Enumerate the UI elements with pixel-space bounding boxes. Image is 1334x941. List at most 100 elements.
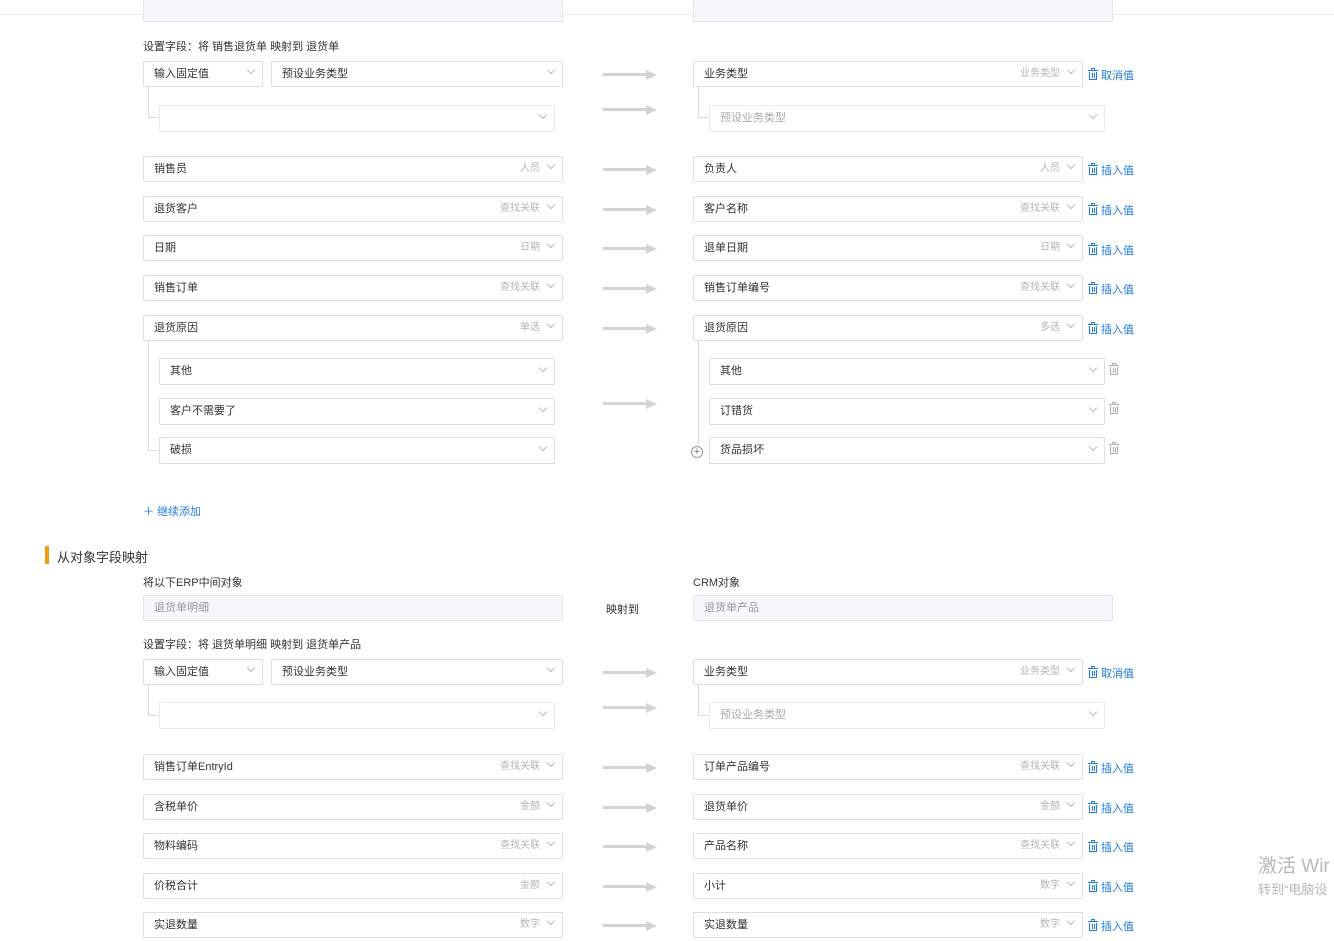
sub-value-select[interactable] [159, 105, 555, 132]
arrow-right-icon [603, 763, 657, 773]
source-field-select[interactable]: 销售订单EntryId 查找关联 [143, 754, 563, 780]
value-mode-select[interactable]: 输入固定值 [143, 659, 263, 685]
trash-icon[interactable] [1109, 442, 1119, 454]
source-field-select[interactable]: 退货客户 查找关联 [143, 196, 563, 222]
chevron-down-icon [1066, 663, 1076, 673]
chevron-down-icon [546, 279, 556, 289]
source-field-select[interactable]: 实退数量 数字 [143, 912, 563, 938]
insert-value-button[interactable]: 插入值 [1088, 163, 1134, 178]
chevron-down-icon [546, 160, 556, 170]
target-field-select[interactable]: 客户名称 查找关联 [693, 196, 1083, 222]
chevron-down-icon [1066, 798, 1076, 808]
arrow-right-icon [603, 921, 657, 931]
trash-icon [1088, 840, 1098, 852]
chevron-down-icon [1066, 160, 1076, 170]
source-field-select[interactable]: 退货原因 单选 [143, 315, 563, 341]
target-field-select[interactable]: 退货原因 多选 [693, 315, 1083, 341]
chevron-down-icon [546, 239, 556, 249]
value-mode-select[interactable]: 输入固定值 [143, 61, 263, 87]
target-field-select[interactable]: 退货单价 金额 [693, 794, 1083, 820]
target-field-select[interactable]: 业务类型 业务类型 [693, 61, 1083, 87]
plus-icon: ＋ [143, 506, 158, 518]
insert-value-button[interactable]: 插入值 [1088, 282, 1134, 297]
chevron-down-icon [1088, 363, 1098, 373]
trash-icon[interactable] [1109, 363, 1119, 375]
chevron-down-icon [1066, 319, 1076, 329]
sub-target-select[interactable]: 预设业务类型 [709, 105, 1105, 132]
arrow-right-icon [603, 842, 657, 852]
option-source-select[interactable]: 客户不需要了 [159, 398, 555, 425]
trash-icon [1088, 666, 1098, 678]
trash-icon[interactable] [1109, 402, 1119, 414]
sub-value-select[interactable] [159, 702, 555, 729]
tree-line [698, 341, 699, 446]
activation-watermark-title: 激活 Wir [1258, 856, 1330, 877]
target-field-select[interactable]: 订单产品编号 查找关联 [693, 754, 1083, 780]
add-more-button[interactable]: ＋ 继续添加 [143, 503, 201, 519]
trash-icon [1088, 322, 1098, 334]
option-source-select[interactable]: 破损 [159, 437, 555, 464]
chevron-down-icon [1066, 239, 1076, 249]
option-source-select[interactable]: 其他 [159, 358, 555, 385]
chevron-down-icon [546, 319, 556, 329]
tree-line [698, 685, 699, 716]
source-field-select[interactable]: 销售订单 查找关联 [143, 275, 563, 301]
tree-line [698, 87, 699, 118]
insert-value-button[interactable]: 插入值 [1088, 243, 1134, 258]
trash-icon [1088, 919, 1098, 931]
target-field-select[interactable]: 业务类型 业务类型 [693, 659, 1083, 685]
target-field-select[interactable]: 小计 数字 [693, 873, 1083, 899]
cancel-value-button[interactable]: 取消值 [1088, 68, 1134, 83]
preset-business-type-select[interactable]: 预设业务类型 [271, 61, 563, 87]
source-field-select[interactable]: 日期 日期 [143, 235, 563, 261]
insert-value-button[interactable]: 插入值 [1088, 761, 1134, 776]
tree-line [148, 87, 149, 118]
arrow-right-icon [603, 803, 657, 813]
chevron-down-icon [1066, 837, 1076, 847]
cancel-value-button[interactable]: 取消值 [1088, 666, 1134, 681]
chevron-down-icon [546, 200, 556, 210]
preset-business-type-select[interactable]: 预设业务类型 [271, 659, 563, 685]
source-field-select[interactable]: 价税合计 金额 [143, 873, 563, 899]
chevron-down-icon [546, 877, 556, 887]
insert-value-button[interactable]: 插入值 [1088, 840, 1134, 855]
option-target-select[interactable]: 其他 [709, 358, 1105, 385]
chevron-down-icon [1066, 758, 1076, 768]
target-field-select[interactable]: 销售订单编号 查找关联 [693, 275, 1083, 301]
tree-line [698, 715, 708, 716]
tree-line [148, 117, 158, 118]
chevron-down-icon [546, 916, 556, 926]
chevron-down-icon [1088, 442, 1098, 452]
source-field-select[interactable]: 销售员 人员 [143, 156, 563, 182]
option-target-select[interactable]: 订错货 [709, 398, 1105, 425]
sub-target-select[interactable]: 预设业务类型 [709, 702, 1105, 729]
arrow-right-icon [603, 399, 657, 409]
arrow-right-icon [603, 205, 657, 215]
erp-object-label: 将以下ERP中间对象 [143, 577, 243, 589]
chevron-down-icon [1066, 200, 1076, 210]
insert-value-button[interactable]: 插入值 [1088, 919, 1134, 934]
chevron-down-icon [1088, 403, 1098, 413]
target-field-select[interactable]: 负责人 人员 [693, 156, 1083, 182]
insert-value-button[interactable]: 插入值 [1088, 801, 1134, 816]
plus-circle-icon[interactable]: + [691, 446, 703, 458]
trash-icon [1088, 761, 1098, 773]
chevron-down-icon [1066, 65, 1076, 75]
insert-value-button[interactable]: 插入值 [1088, 322, 1134, 337]
arrow-right-icon [603, 244, 657, 254]
arrow-right-icon [603, 703, 657, 713]
insert-value-button[interactable]: 插入值 [1088, 203, 1134, 218]
option-target-select[interactable]: 货品损坏 [709, 437, 1105, 464]
chevron-down-icon [538, 403, 548, 413]
trash-icon [1088, 203, 1098, 215]
chevron-down-icon [546, 758, 556, 768]
tree-line [698, 117, 708, 118]
insert-value-button[interactable]: 插入值 [1088, 880, 1134, 895]
chevron-down-icon [1088, 707, 1098, 717]
target-field-select[interactable]: 实退数量 数字 [693, 912, 1083, 938]
trash-icon [1088, 68, 1098, 80]
target-field-select[interactable]: 退单日期 日期 [693, 235, 1083, 261]
source-field-select[interactable]: 物料编码 查找关联 [143, 833, 563, 859]
target-field-select[interactable]: 产品名称 查找关联 [693, 833, 1083, 859]
source-field-select[interactable]: 含税单价 金额 [143, 794, 563, 820]
